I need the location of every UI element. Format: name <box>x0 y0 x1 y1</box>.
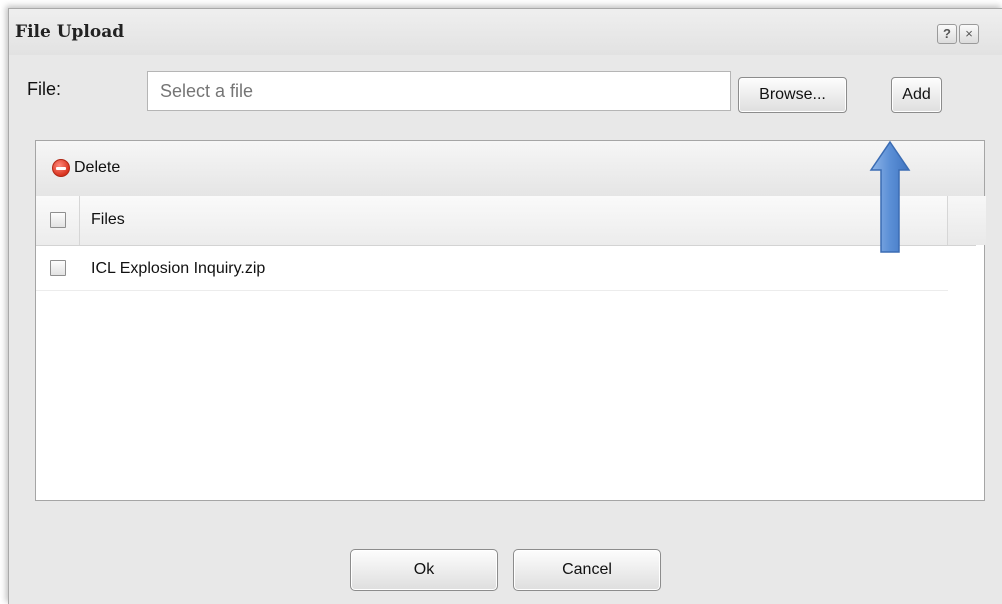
files-column-header[interactable]: Files <box>91 211 125 229</box>
remove-circle-icon <box>52 159 70 177</box>
delete-label: Delete <box>74 159 121 176</box>
dialog-titlebar[interactable]: File Upload ? × <box>9 9 1002 55</box>
grid-header: Files <box>36 196 986 246</box>
dialog-title: File Upload <box>15 22 125 42</box>
help-button[interactable]: ? <box>937 24 957 44</box>
up-arrow-icon <box>869 140 911 253</box>
row-checkbox[interactable] <box>50 260 66 276</box>
delete-button[interactable]: Delete <box>52 159 120 177</box>
file-upload-dialog: File Upload ? × File: Browse... Add Dele… <box>8 8 1002 604</box>
table-row[interactable]: ICL Explosion Inquiry.zip <box>36 246 948 291</box>
close-button[interactable]: × <box>959 24 979 44</box>
add-button[interactable]: Add <box>891 77 942 113</box>
header-scroll-cap <box>947 196 986 245</box>
file-path-input[interactable] <box>147 71 731 111</box>
browse-button[interactable]: Browse... <box>738 77 847 113</box>
file-name: ICL Explosion Inquiry.zip <box>91 260 266 277</box>
files-panel: Delete Files ICL Explosion Inquiry.zip <box>35 140 986 501</box>
files-toolbar: Delete <box>36 141 984 197</box>
select-all-checkbox[interactable] <box>50 212 66 228</box>
column-divider <box>79 196 80 245</box>
ok-button[interactable]: Ok <box>350 549 498 591</box>
cancel-button[interactable]: Cancel <box>513 549 661 591</box>
file-label: File: <box>27 79 62 99</box>
